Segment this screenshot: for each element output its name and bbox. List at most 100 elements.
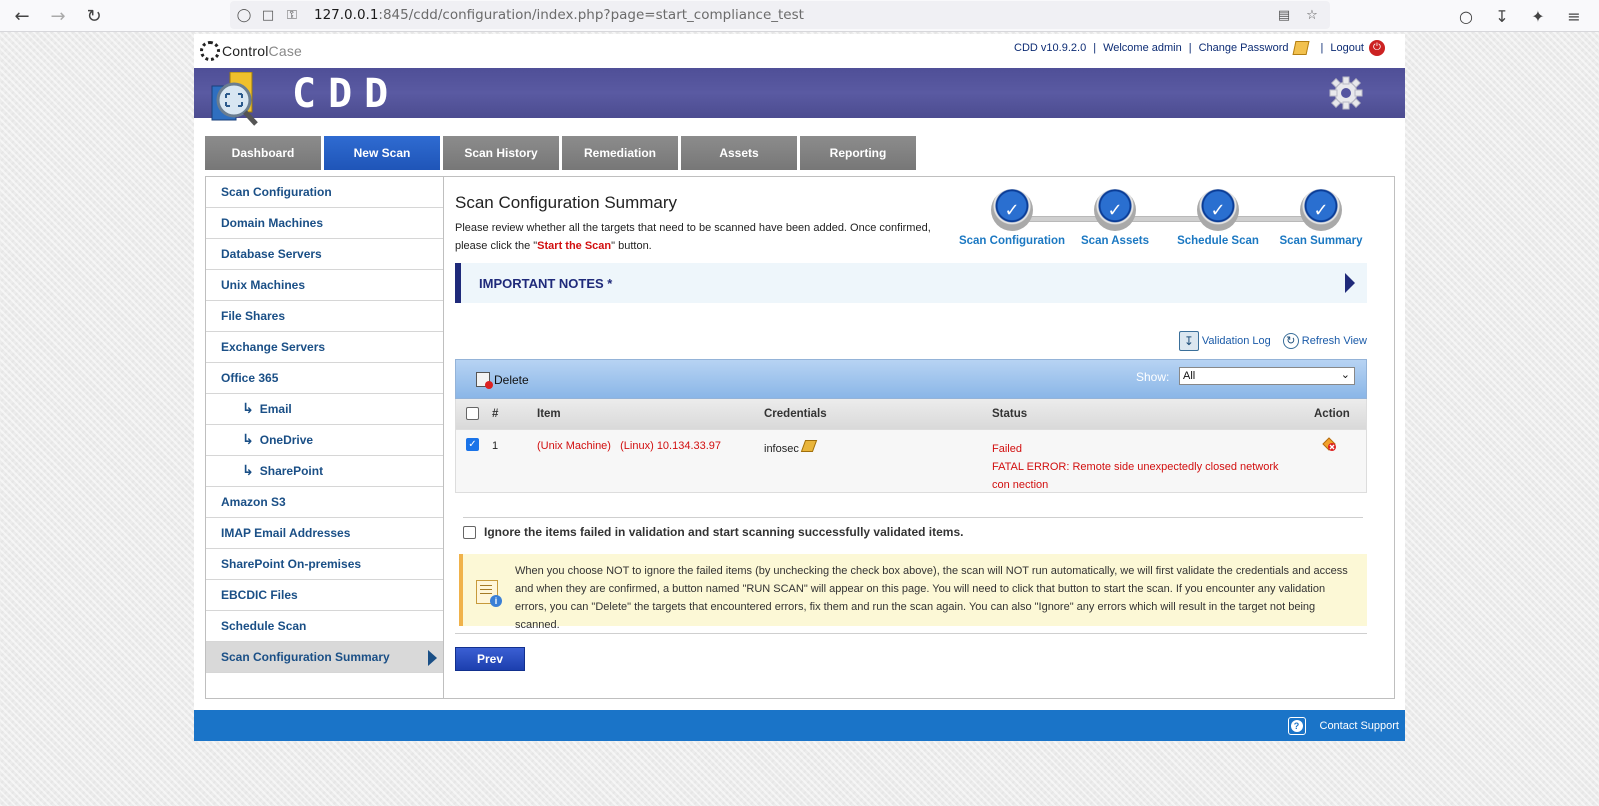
sidebar-item-email[interactable]: ↳ Email xyxy=(206,394,443,425)
sidebar-item-database-servers[interactable]: Database Servers xyxy=(206,239,443,270)
check-icon: ✓ xyxy=(991,189,1033,231)
tab-remediation[interactable]: Remediation xyxy=(562,136,678,170)
step-scan-summary[interactable]: ✓ Scan Summary xyxy=(1266,189,1376,247)
sidebar-item-exchange-servers[interactable]: Exchange Servers xyxy=(206,332,443,363)
change-password-link[interactable]: Change Password xyxy=(1199,42,1289,54)
col-credentials: Credentials xyxy=(764,408,827,420)
step-scan-configuration[interactable]: ✓ Scan Configuration xyxy=(957,189,1067,247)
logout-link[interactable]: Logout xyxy=(1330,42,1364,54)
logo-text-right: Case xyxy=(268,43,303,59)
delete-button[interactable]: Delete xyxy=(476,372,529,389)
back-arrow-icon[interactable]: ← xyxy=(8,2,36,30)
logo-ring-icon xyxy=(200,41,220,61)
sidebar-item-ebcdic-files[interactable]: EBCDIC Files xyxy=(206,580,443,611)
sidebar-item-label: File Shares xyxy=(221,309,286,323)
show-filter-select[interactable]: All ⌄ xyxy=(1179,367,1355,385)
welcome-label: Welcome admin xyxy=(1103,42,1182,54)
page-icon[interactable]: □ xyxy=(256,3,280,27)
row-num: 1 xyxy=(492,440,499,452)
controlcase-logo: ControlCase xyxy=(200,41,302,61)
tab-new-scan[interactable]: New Scan xyxy=(324,136,440,170)
ignore-failed-option[interactable]: Ignore the items failed in validation an… xyxy=(463,525,963,539)
sidebar-item-sharepoint[interactable]: ↳ SharePoint xyxy=(206,456,443,487)
col-status: Status xyxy=(992,408,1028,420)
refresh-view-link[interactable]: Refresh View xyxy=(1302,335,1367,347)
col-num: # xyxy=(492,408,499,420)
step-label: Scan Configuration xyxy=(958,235,1066,247)
ignore-failed-checkbox[interactable] xyxy=(463,525,476,539)
star-icon[interactable]: ☆ xyxy=(1300,3,1324,27)
ignore-failed-label: Ignore the items failed in validation an… xyxy=(484,525,964,539)
step-scan-assets[interactable]: ✓ Scan Assets xyxy=(1060,189,1170,247)
refresh-icon[interactable]: ↻ xyxy=(1282,333,1299,349)
main-tabs: Dashboard New Scan Scan History Remediat… xyxy=(205,136,916,170)
check-icon: ✓ xyxy=(1300,189,1342,231)
sidebar-item-label: Schedule Scan xyxy=(221,619,307,633)
select-all-checkbox[interactable] xyxy=(466,407,479,420)
url-bar[interactable]: ◯ □ ⚿ 127.0.0.1:845/cdd/configuration/in… xyxy=(230,1,1330,29)
important-notes-toggle[interactable]: IMPORTANT NOTES * xyxy=(455,263,1367,303)
sidebar-item-label: Scan Configuration Summary xyxy=(221,650,390,664)
tab-assets[interactable]: Assets xyxy=(681,136,797,170)
url-text[interactable]: 127.0.0.1:845/cdd/configuration/index.ph… xyxy=(314,7,804,23)
sidebar-item-scan-configuration[interactable]: Scan Configuration xyxy=(206,177,443,208)
table-row: ✓ 1 (Unix Machine) (Linux) 10.134.33.97 … xyxy=(455,429,1367,493)
sidebar-item-onedrive[interactable]: ↳ OneDrive xyxy=(206,425,443,456)
credentials-value: infosec xyxy=(764,443,799,455)
check-icon: ✓ xyxy=(1197,189,1239,231)
forward-arrow-icon[interactable]: → xyxy=(44,2,72,30)
sidebar-item-label: OneDrive xyxy=(259,433,314,447)
col-action: Action xyxy=(1314,408,1350,420)
show-filter-value: All xyxy=(1183,370,1196,382)
pocket-icon[interactable]: ○ xyxy=(1452,2,1480,30)
help-icon: ? xyxy=(1287,717,1306,735)
shield-icon[interactable]: ◯ xyxy=(232,3,256,27)
logout-icon[interactable]: ⏻ xyxy=(1369,40,1385,56)
info-note-text: When you choose NOT to ignore the failed… xyxy=(515,565,1348,631)
divider xyxy=(463,517,1363,518)
validation-log-link[interactable]: Validation Log xyxy=(1202,335,1271,347)
info-note: When you choose NOT to ignore the failed… xyxy=(459,554,1367,631)
pencil-icon[interactable] xyxy=(800,440,818,452)
pencil-icon[interactable] xyxy=(1292,41,1310,55)
sidebar-item-file-shares[interactable]: File Shares xyxy=(206,301,443,332)
contact-support-link[interactable]: ? Contact Support xyxy=(1287,717,1400,735)
tab-dashboard[interactable]: Dashboard xyxy=(205,136,321,170)
sidebar-item-label: Scan Configuration xyxy=(221,185,332,199)
delete-label: Delete xyxy=(494,372,529,387)
key-icon[interactable]: ⚿ xyxy=(280,3,304,27)
gear-icon[interactable] xyxy=(1329,76,1363,110)
sidebar-item-label: Email xyxy=(259,402,292,416)
sidebar-item-office-365[interactable]: Office 365 xyxy=(206,363,443,394)
download-icon[interactable]: ↧ xyxy=(1488,2,1516,30)
tab-reporting[interactable]: Reporting xyxy=(800,136,916,170)
validation-log-icon[interactable]: ↧ xyxy=(1178,331,1199,351)
menu-icon[interactable]: ≡ xyxy=(1560,2,1588,30)
action-icon[interactable] xyxy=(1321,436,1337,452)
tab-scan-history[interactable]: Scan History xyxy=(443,136,559,170)
prev-button[interactable]: Prev xyxy=(455,647,525,671)
sidebar-item-domain-machines[interactable]: Domain Machines xyxy=(206,208,443,239)
sidebar-item-amazon-s3[interactable]: Amazon S3 xyxy=(206,487,443,518)
app-window: ControlCase CDD v10.9.2.0 | Welcome admi… xyxy=(194,34,1405,741)
sidebar-item-label: Unix Machines xyxy=(221,278,306,292)
sidebar-item-imap-email[interactable]: IMAP Email Addresses xyxy=(206,518,443,549)
sidebar-item-unix-machines[interactable]: Unix Machines xyxy=(206,270,443,301)
reload-icon[interactable]: ↻ xyxy=(80,2,108,30)
extensions-icon[interactable]: ✦ xyxy=(1524,2,1552,30)
check-icon: ✓ xyxy=(1094,189,1136,231)
triangle-right-icon xyxy=(428,650,437,666)
row-checkbox[interactable]: ✓ xyxy=(466,438,479,451)
contact-support-label: Contact Support xyxy=(1319,720,1400,732)
cdd-app-icon xyxy=(211,72,258,126)
brand-title: CDD xyxy=(292,71,401,117)
sub-arrow-icon: ↳ xyxy=(242,463,254,479)
table-toolbar: Delete Show: All ⌄ xyxy=(455,359,1367,399)
delete-icon xyxy=(476,372,493,389)
sidebar-item-schedule-scan[interactable]: Schedule Scan xyxy=(206,611,443,642)
reader-icon[interactable]: ▤ xyxy=(1272,3,1296,27)
sidebar-item-sharepoint-onprem[interactable]: SharePoint On-premises xyxy=(206,549,443,580)
top-bar: ControlCase CDD v10.9.2.0 | Welcome admi… xyxy=(194,34,1405,68)
step-schedule-scan[interactable]: ✓ Schedule Scan xyxy=(1163,189,1273,247)
sidebar-item-scan-config-summary[interactable]: Scan Configuration Summary xyxy=(206,642,443,673)
